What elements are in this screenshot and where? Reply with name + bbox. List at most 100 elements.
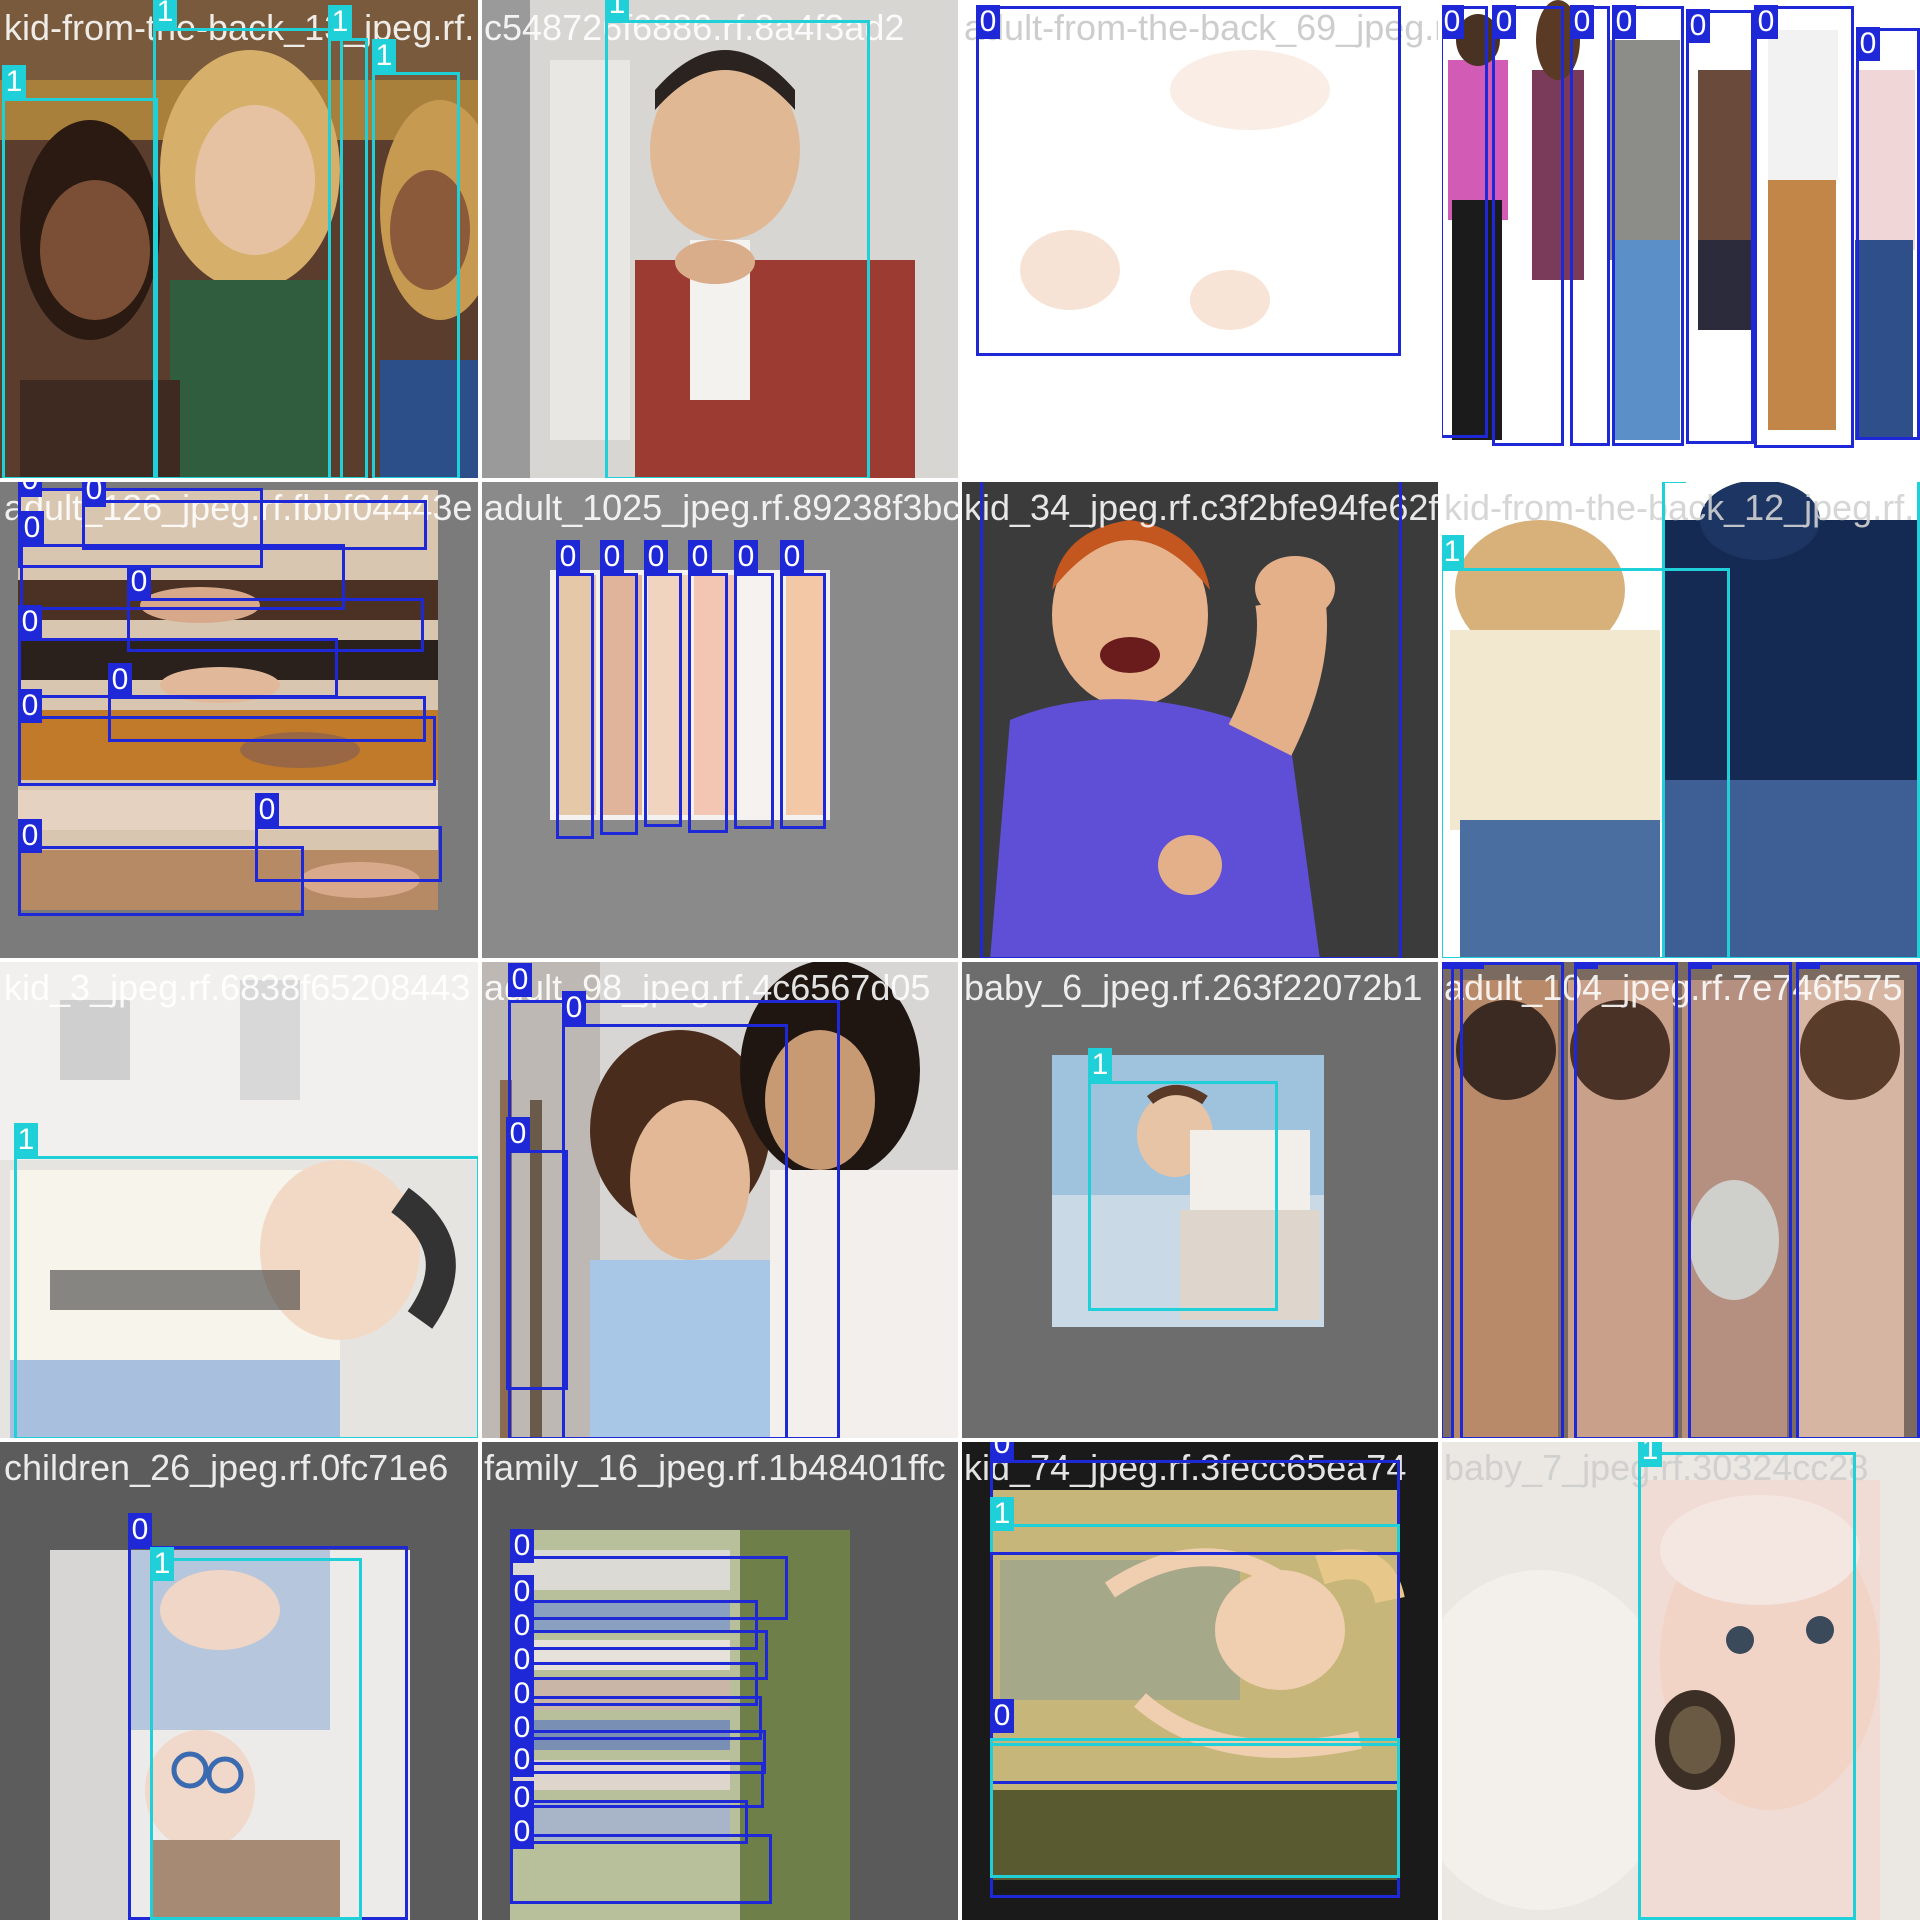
bbox-label: 0 [510,1529,534,1563]
bbox-label: 0 [1686,9,1710,43]
bbox-class-0[interactable]: 0 [1574,960,1678,1440]
bbox-class-1[interactable]: 1 [372,39,460,480]
bbox-class-0[interactable]: 0 [600,540,638,835]
bbox-label: 0 [510,1609,534,1643]
bbox-class-0[interactable]: 0 [1460,960,1564,1440]
bbox-class-0[interactable]: 0 [18,605,338,698]
bbox-label: 0 [18,480,42,497]
tile-adult-126[interactable]: adult_126_jpeg.rf.fbbf04443e 0 0 0 0 0 0… [0,480,480,960]
tile-kid-from-the-back-13[interactable]: kid-from-the-back_13_jpeg.rf. 1 1 1 1 [0,0,480,480]
bbox-class-0[interactable]: 0 [506,1117,568,1390]
bbox-label: 0 [780,540,804,574]
bbox-class-0[interactable]: 0 [1492,5,1564,446]
bbox-class-0[interactable]: 0 [1796,960,1920,1440]
tile-adult-98[interactable]: adult_98_jpeg.rf.4c6567d05 0 0 0 [480,960,960,1440]
bbox-label: 0 [562,991,586,1025]
bbox-label: 0 [20,511,44,545]
bbox-label: 0 [976,5,1000,39]
tile-kid-from-the-back-12[interactable]: kid-from-the-back_12_jpeg.rf. 1 1 [1440,480,1920,960]
bbox-class-1[interactable]: 1 [1662,480,1920,960]
bbox-label: 0 [1440,5,1464,39]
bbox-class-0[interactable]: 0 [1754,5,1854,448]
bbox-label: 1 [605,0,629,21]
tile-adult-104[interactable]: adult_104_jpeg.rf.7e746f575 0 0 0 0 0 [1440,960,1920,1440]
bbox-class-0[interactable]: 0 [980,480,1402,960]
bbox-class-0[interactable]: 0 [1440,5,1488,438]
bbox-label: 0 [82,480,106,507]
bbox-class-1[interactable]: 1 [14,1123,480,1440]
bbox-class-0[interactable]: 0 [734,540,774,829]
tile-adult-from-the-back-69[interactable]: adult-from-the-back_69_jpeg.rf. 0 [960,0,1440,480]
bbox-label: 0 [1612,5,1636,39]
bbox-label: 0 [18,689,42,723]
bbox-label: 0 [510,1677,534,1711]
bbox-label: 0 [510,1575,534,1609]
bbox-label: 0 [556,540,580,574]
bbox-class-0[interactable]: 0 [510,1815,772,1904]
bbox-label: 0 [510,1643,534,1677]
bbox-class-0[interactable]: 0 [18,819,304,916]
bbox-label: 0 [506,1117,530,1151]
bbox-label: 0 [1754,5,1778,39]
annotation-mosaic: kid-from-the-back_13_jpeg.rf. 1 1 1 1 c5… [0,0,1920,1920]
bbox-class-0[interactable]: 0 [556,540,594,839]
bbox-label: 0 [644,540,668,574]
tile-kid-34[interactable]: kid_34_jpeg.rf.c3f2bfe94fe62f2 0 [960,480,1440,960]
bbox-class-0[interactable]: 0 [1856,27,1920,440]
bbox-class-0[interactable]: 0 [82,480,427,550]
tile-baby-7[interactable]: baby_7_jpeg.rf.30324cc28 1 [1440,1440,1920,1920]
bbox-label: 1 [990,1497,1014,1531]
bbox-label: 0 [255,793,279,827]
bbox-class-1[interactable]: 1 [605,0,870,480]
bbox-class-1[interactable]: 1 [990,1738,1400,1878]
bbox-class-0[interactable]: 0 [1612,5,1684,446]
bbox-label: 1 [328,5,352,39]
tile-kid-3[interactable]: kid_3_jpeg.rf.6838f65208443 1 [0,960,480,1440]
grid-separator-horizontal [0,1438,1920,1442]
bbox-class-1[interactable]: 1 [150,1547,362,1920]
bbox-class-0[interactable]: 0 [562,991,788,1440]
bbox-class-0[interactable]: 0 [1570,5,1610,446]
bbox-label: 0 [18,605,42,639]
bbox-label: 1 [1638,1440,1662,1467]
tile-family-16[interactable]: family_16_jpeg.rf.1b48401ffc 0 0 0 0 0 0… [480,1440,960,1920]
bbox-label: 0 [1492,5,1516,39]
bbox-class-1[interactable]: 1 [2,65,158,480]
bbox-label: 1 [1088,1048,1112,1082]
bbox-class-0[interactable]: 0 [1688,960,1792,1440]
bbox-class-0[interactable]: 0 [18,689,436,786]
bbox-label: 0 [508,963,532,997]
bbox-class-1[interactable]: 1 [1088,1048,1278,1311]
tile-baby-6[interactable]: baby_6_jpeg.rf.263f22072b1 1 [960,960,1440,1440]
bbox-class-0[interactable]: 0 [688,540,728,833]
bbox-label: 0 [688,540,712,574]
bbox-label: 0 [1856,27,1880,61]
bbox-class-1[interactable]: 1 [153,0,343,480]
tile-kid-74[interactable]: kid_74_jpeg.rf.3fecc65ea74 0 1 0 1 [960,1440,1440,1920]
bbox-label: 0 [1570,5,1594,39]
bbox-label: 0 [990,1440,1014,1461]
bbox-label: 1 [150,1547,174,1581]
bbox-class-1[interactable]: 1 [328,5,368,480]
tile-c548726f6886[interactable]: c548726f6886.rf.8a4f3ad2 1 [480,0,960,480]
bbox-label: 1 [1440,535,1464,569]
bbox-class-0[interactable]: 0 [1686,9,1754,444]
bbox-class-0[interactable]: 0 [780,540,826,829]
bbox-class-0[interactable]: 0 [976,5,1401,356]
bbox-label: 1 [372,39,396,73]
bbox-label: 1 [14,1123,38,1157]
bbox-class-0[interactable]: 0 [644,540,682,827]
bbox-label: 0 [510,1743,534,1777]
bbox-label: 0 [600,540,624,574]
bbox-class-0[interactable]: 0 [1440,960,1464,1440]
bbox-label: 0 [510,1711,534,1745]
grid-separator-horizontal [0,478,1920,482]
bbox-class-1[interactable]: 1 [1638,1440,1856,1920]
bbox-label: 0 [510,1815,534,1849]
bbox-label: 1 [2,65,26,99]
tile-rear-view-group[interactable]: 0 0 0 0 0 0 0 [1440,0,1920,480]
tile-adult-1025[interactable]: adult_1025_jpeg.rf.89238f3bcd 0 0 0 0 0 … [480,480,960,960]
tile-children-26[interactable]: children_26_jpeg.rf.0fc71e6 0 1 [0,1440,480,1920]
bbox-label: 0 [108,663,132,697]
bbox-label: 1 [153,0,177,29]
